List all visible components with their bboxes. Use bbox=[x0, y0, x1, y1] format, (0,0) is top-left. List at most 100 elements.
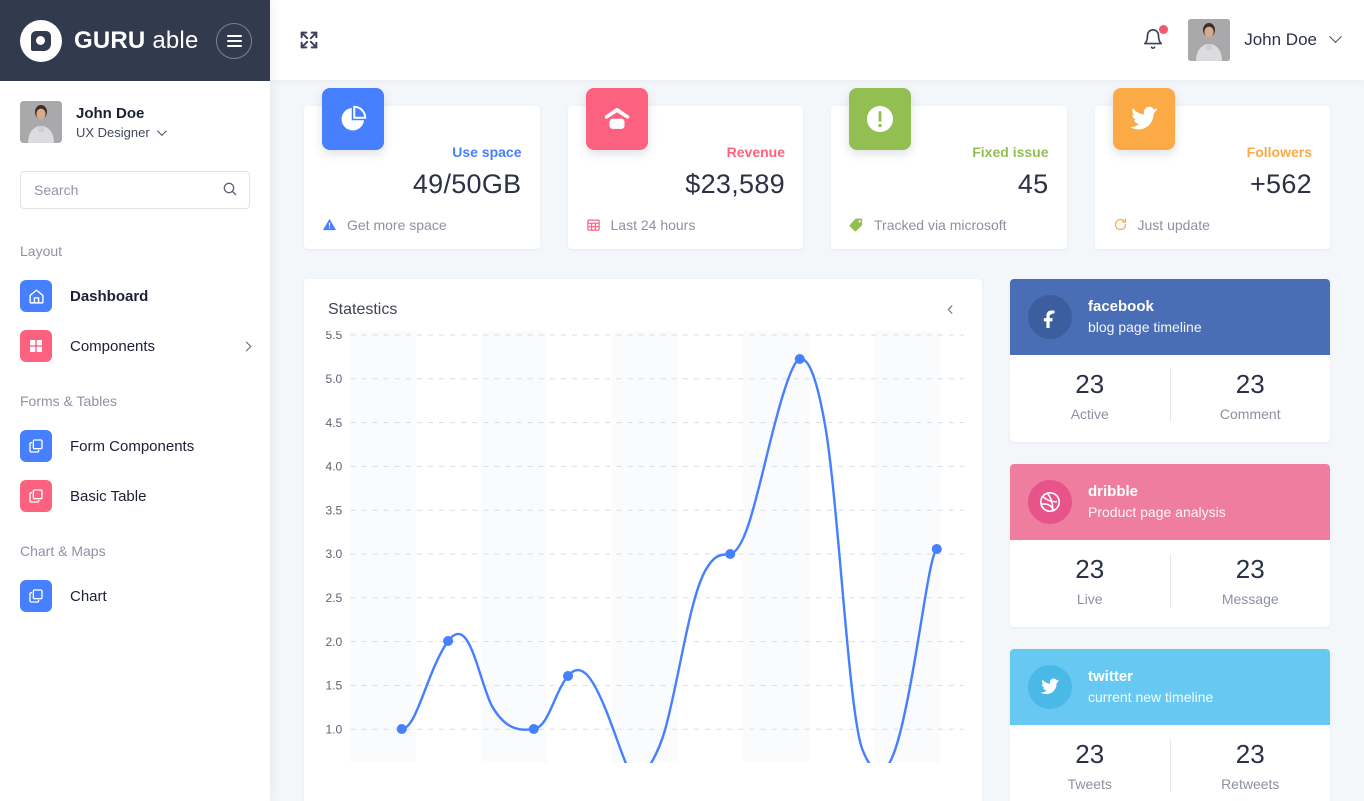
social-stat-label: Comment bbox=[1219, 405, 1281, 422]
home-icon bbox=[585, 87, 648, 150]
social-stat-value: 23 bbox=[1075, 738, 1105, 769]
svg-text:5.0: 5.0 bbox=[325, 372, 342, 386]
social-card-dribble: dribble Product page analysis 23 Live 23 bbox=[1010, 463, 1331, 627]
stat-footer-label: Tracked via microsoft bbox=[874, 216, 1007, 233]
nav-caption-chart-maps: Chart & Maps bbox=[20, 543, 106, 559]
facebook-icon bbox=[1028, 294, 1072, 339]
chevron-left-icon[interactable] bbox=[942, 302, 958, 318]
stat-footer-label: Just update bbox=[1137, 216, 1210, 233]
expand-arrows-icon[interactable] bbox=[298, 29, 320, 51]
chart-y-ticks: 5.5 5.0 4.5 4.0 3.5 3.0 2.5 2.0 1.5 1.0 bbox=[325, 331, 342, 736]
user-menu[interactable]: John Doe bbox=[1188, 18, 1342, 61]
sidebar-item-label: Basic Table bbox=[70, 487, 147, 505]
avatar-photo-icon bbox=[1188, 18, 1231, 61]
stat-value: $23,589 bbox=[685, 168, 785, 199]
stat-footer: Just update bbox=[1113, 217, 1313, 249]
svg-text:2.0: 2.0 bbox=[325, 635, 342, 649]
social-card-title: dribble bbox=[1088, 482, 1139, 500]
calendar-icon bbox=[586, 219, 600, 231]
stat-card-followers: Followers +562 Just update bbox=[1094, 87, 1330, 249]
notifications-button[interactable] bbox=[1142, 24, 1169, 53]
line-chart-svg: 5.5 5.0 4.5 4.0 3.5 3.0 2.5 2.0 1.5 1.0 bbox=[325, 330, 964, 763]
alert-circle-glyph bbox=[866, 105, 894, 132]
social-card-stats: 23 Tweets 23 Retweets bbox=[1010, 725, 1330, 801]
sidebar-item-components[interactable]: Components bbox=[0, 321, 270, 371]
social-stat-label: Live bbox=[1076, 590, 1103, 607]
sidebar-user-role: UX Designer bbox=[76, 125, 167, 140]
main-region: John Doe Use space 49/50GB Get more spac… bbox=[270, 0, 1364, 801]
twitter-glyph bbox=[1129, 106, 1158, 130]
svg-text:3.0: 3.0 bbox=[325, 547, 342, 561]
social-card-stats: 23 Active 23 Comment bbox=[1010, 355, 1330, 442]
pie-chart-icon bbox=[322, 87, 384, 150]
social-card-facebook: facebook blog page timeline 23 Active 23 bbox=[1010, 278, 1330, 442]
svg-text:4.0: 4.0 bbox=[325, 459, 342, 473]
stat-footer: Get more space bbox=[322, 217, 522, 249]
social-card-header: facebook blog page timeline bbox=[1010, 278, 1330, 355]
social-stat: 23 Live bbox=[1010, 554, 1170, 607]
sidebar-item-dashboard[interactable]: Dashboard bbox=[0, 271, 270, 321]
nav-caption-forms-tables: Forms & Tables bbox=[20, 393, 117, 409]
brand-name-bold: GURU bbox=[74, 26, 146, 54]
sidebar-item-chart[interactable]: Chart bbox=[0, 571, 270, 621]
svg-text:5.5: 5.5 bbox=[325, 331, 342, 342]
stat-footer: Tracked via microsoft bbox=[849, 217, 1049, 249]
svg-text:4.5: 4.5 bbox=[325, 416, 342, 430]
brand-header: GURU able bbox=[0, 0, 270, 81]
social-stat-label: Message bbox=[1221, 590, 1279, 607]
sidebar-item-label: Chart bbox=[70, 587, 107, 605]
chevron-right-icon[interactable] bbox=[241, 341, 252, 351]
sidebar: GURU able John Doe UX Designer Search La… bbox=[0, 0, 270, 801]
stat-card-revenue: Revenue $23,589 Last 24 hours bbox=[567, 87, 803, 249]
svg-text:3.5: 3.5 bbox=[325, 503, 342, 517]
social-card-header: twitter current new timeline bbox=[1010, 648, 1330, 725]
brand-name-light: able bbox=[145, 26, 199, 54]
tag-icon bbox=[849, 218, 863, 232]
sidebar-user-name: John Doe bbox=[76, 105, 145, 123]
sidebar-toggle-button[interactable] bbox=[216, 22, 252, 59]
stat-footer: Last 24 hours bbox=[586, 217, 786, 249]
sidebar-item-label: Components bbox=[70, 337, 156, 355]
topbar: John Doe bbox=[270, 0, 1364, 80]
social-card-subtitle: current new timeline bbox=[1088, 688, 1214, 705]
svg-text:1.5: 1.5 bbox=[325, 678, 342, 692]
layers-icon bbox=[20, 480, 52, 512]
stat-value: 45 bbox=[1017, 168, 1049, 199]
social-stat-value: 23 bbox=[1075, 368, 1105, 399]
content-area: Use space 49/50GB Get more space Revenue… bbox=[270, 79, 1364, 801]
chevron-down-icon[interactable] bbox=[1329, 30, 1342, 44]
twitter-icon bbox=[1028, 664, 1072, 709]
search-input[interactable] bbox=[20, 171, 250, 209]
social-stat: 23 Retweets bbox=[1169, 738, 1331, 792]
avatar-photo-icon bbox=[20, 101, 62, 143]
social-stat: 23 Active bbox=[1010, 369, 1170, 422]
sidebar-nav: Layout Dashboard Components Forms & Tabl… bbox=[0, 235, 270, 621]
social-card-title: facebook bbox=[1088, 297, 1154, 315]
layers-icon bbox=[20, 580, 52, 612]
topbar-right: John Doe bbox=[1142, 18, 1342, 61]
lower-row: Statestics 5.5 5.0 4.5 4.0 3.5 3.0 2.5 2… bbox=[304, 278, 1331, 801]
social-card-header: dribble Product page analysis bbox=[1010, 463, 1330, 540]
notification-dot bbox=[1159, 24, 1169, 34]
refresh-icon bbox=[1114, 218, 1126, 231]
sidebar-user[interactable]: John Doe UX Designer bbox=[0, 81, 270, 143]
app-logo-icon bbox=[20, 19, 62, 62]
social-stat-label: Tweets bbox=[1067, 775, 1112, 792]
sidebar-item-form-components[interactable]: Form Components bbox=[0, 421, 270, 471]
stat-value: +562 bbox=[1249, 168, 1312, 199]
stat-cards-row: Use space 49/50GB Get more space Revenue… bbox=[304, 87, 1330, 249]
stat-card-fixed-issue: Fixed issue 45 Tracked via microsoft bbox=[831, 87, 1067, 249]
svg-text:1.0: 1.0 bbox=[325, 722, 342, 736]
search-container bbox=[20, 171, 250, 209]
twitter-icon bbox=[1112, 87, 1175, 150]
page-title: Statestics bbox=[328, 300, 398, 318]
sidebar-item-basic-table[interactable]: Basic Table bbox=[0, 471, 270, 521]
social-stat-value: 23 bbox=[1235, 368, 1265, 399]
social-stat: 23 Message bbox=[1169, 553, 1331, 607]
svg-text:2.5: 2.5 bbox=[325, 591, 342, 605]
grid-icon bbox=[20, 330, 52, 362]
nav-caption-layout: Layout bbox=[20, 243, 63, 259]
chevron-down-icon[interactable] bbox=[156, 125, 167, 136]
search-icon[interactable] bbox=[222, 181, 238, 197]
statistics-card: Statestics 5.5 5.0 4.5 4.0 3.5 3.0 2.5 2… bbox=[304, 278, 982, 801]
